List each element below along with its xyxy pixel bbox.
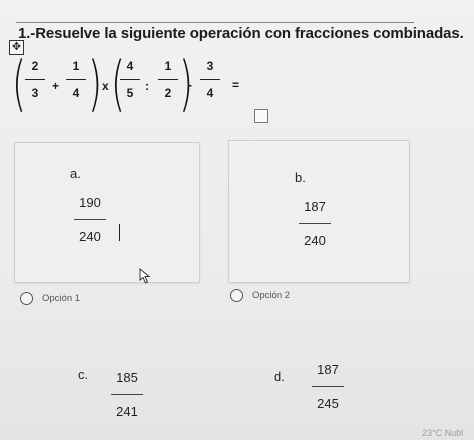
denominator: 245 [317,396,339,411]
denominator: 241 [116,404,138,419]
fraction-bar [66,79,86,80]
answer-box[interactable] [254,109,268,123]
numerator: 187 [304,199,326,214]
denominator: 3 [31,86,39,100]
option-letter-d: d. [274,369,285,384]
denominator: 2 [164,86,172,100]
fraction-bar [299,223,331,224]
fraction-bar [312,386,344,387]
top-divider [16,22,414,23]
radio-label-option-2: Opción 2 [252,290,291,301]
option-fraction-a: 190 240 [70,194,110,246]
minus-operator: - [188,78,192,92]
option-letter-b: b. [295,170,306,185]
mouse-pointer-icon [139,268,151,284]
numerator: 187 [317,362,339,377]
fraction-3-4: 3 4 [198,57,222,102]
numerator: 1 [164,59,172,73]
numerator: 190 [79,195,101,210]
numerator: 4 [126,59,134,73]
fraction-bar [111,394,143,395]
denominator: 4 [72,86,80,100]
text-caret [119,224,120,241]
denominator: 4 [206,86,214,100]
taskbar-weather-text: 23°C Nubl [422,428,464,438]
right-paren-1: ) [88,49,103,119]
radio-label-option-1: Opción 1 [42,293,81,304]
fraction-1-4: 1 4 [64,57,88,102]
radio-option-1[interactable] [20,292,33,305]
fraction-bar [120,79,140,80]
fraction-bar [200,79,220,80]
option-fraction-b: 187 240 [295,198,335,250]
fraction-bar [158,79,178,80]
fraction-4-5: 4 5 [118,57,142,102]
multiply-operator: x [102,79,109,93]
fraction-bar [25,79,45,80]
equals-sign: = [232,78,240,92]
option-letter-c: c. [78,367,89,382]
numerator: 185 [116,370,138,385]
radio-option-2[interactable] [230,289,243,302]
question-title: 1.-Resuelve la siguiente operación con f… [18,25,464,42]
denominator: 240 [79,229,101,244]
option-letter-a: a. [70,166,81,181]
denominator: 5 [126,86,134,100]
fraction-1-2: 1 2 [156,57,180,102]
denominator: 240 [304,233,326,248]
fraction-2-3: 2 3 [23,57,47,102]
option-fraction-c: 185 241 [107,369,147,421]
fraction-bar [74,219,106,220]
numerator: 3 [206,59,214,73]
option-fraction-d: 187 245 [308,361,348,413]
divide-operator: : [145,79,149,93]
numerator: 2 [31,59,39,73]
plus-operator: + [52,79,60,93]
numerator: 1 [72,59,80,73]
